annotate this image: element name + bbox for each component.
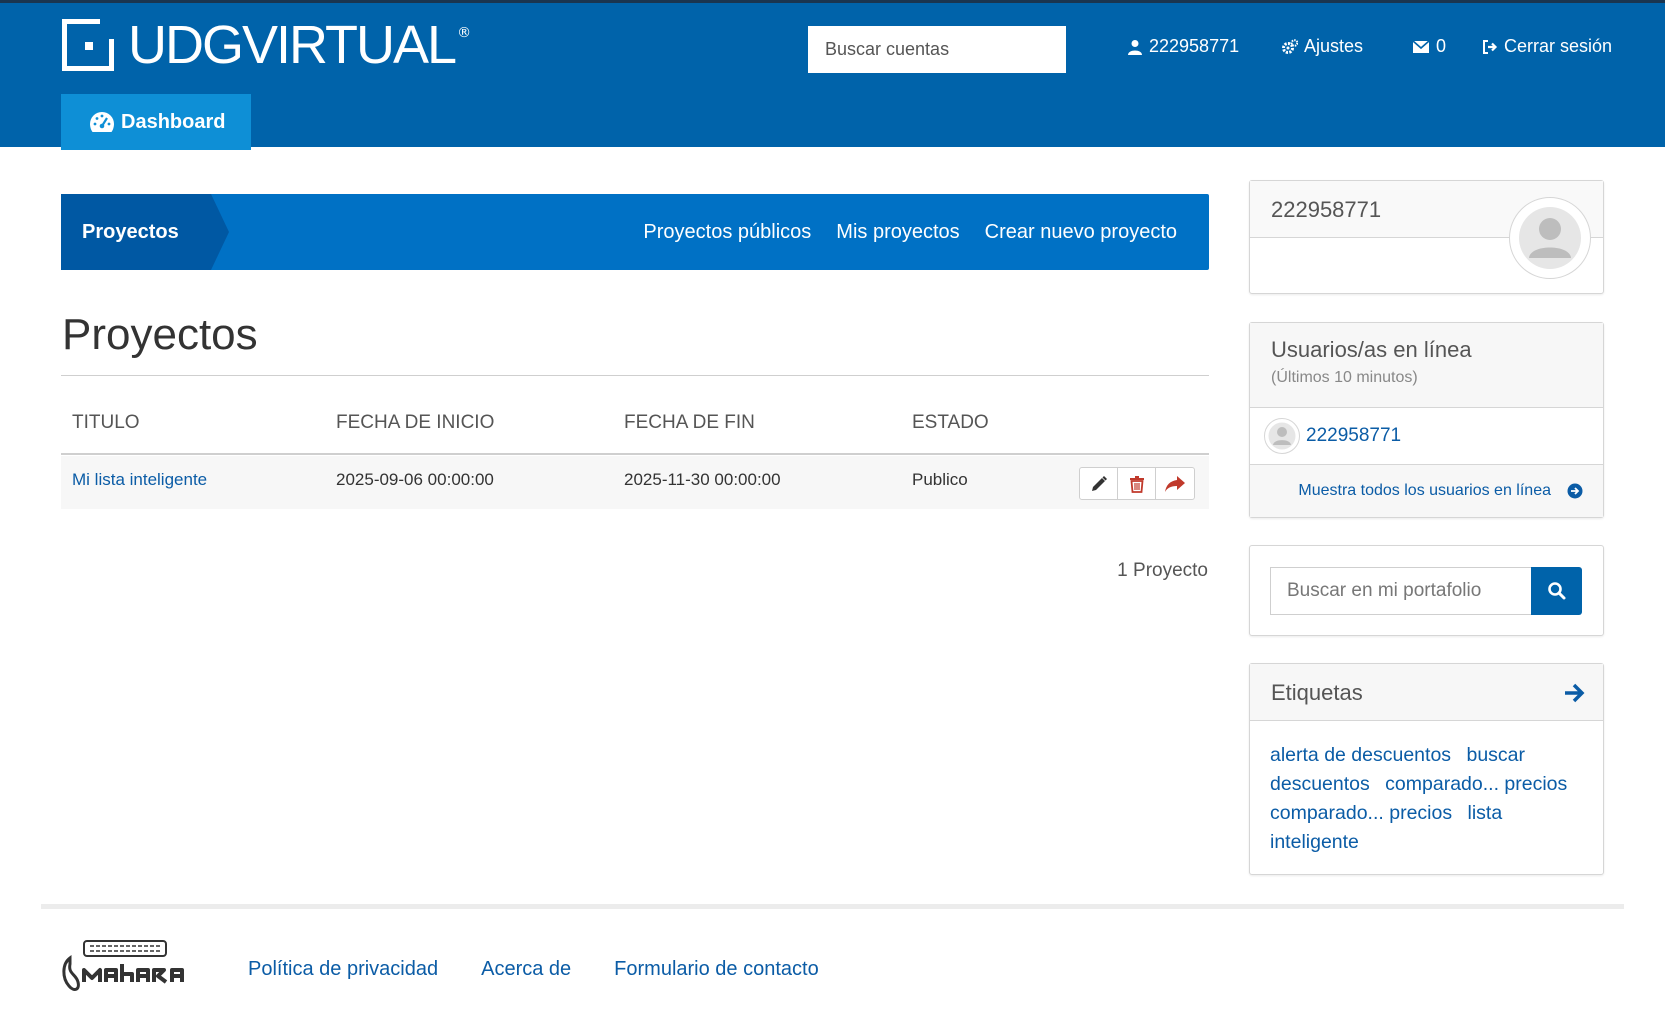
column-title: TITULO <box>72 412 140 433</box>
tag-cloud: alerta de descuentos buscar descuentos c… <box>1250 721 1603 857</box>
online-user-avatar <box>1264 418 1300 454</box>
share-arrow-icon <box>1165 475 1185 492</box>
dashboard-label: Dashboard <box>121 110 226 133</box>
profile-card: 222958771 <box>1249 180 1604 294</box>
profile-avatar[interactable] <box>1509 197 1591 279</box>
online-user-name[interactable]: 222958771 <box>1306 425 1401 447</box>
dashboard-tab[interactable]: Dashboard <box>61 94 251 150</box>
share-button[interactable] <box>1156 468 1194 499</box>
delete-button[interactable] <box>1118 468 1156 499</box>
arrow-right-icon[interactable] <box>1563 682 1585 704</box>
sign-out-icon <box>1483 39 1498 54</box>
tag-link[interactable]: comparado... precios <box>1385 773 1567 795</box>
user-menu-link[interactable]: 222958771 <box>1127 36 1239 57</box>
user-id-label: 222958771 <box>1149 36 1240 56</box>
tag-link[interactable]: alerta de descuentos <box>1270 744 1451 766</box>
logo-text: UDGVIRTUAL <box>128 15 457 75</box>
show-all-online-link[interactable]: Muestra todos los usuarios en línea <box>1250 465 1603 517</box>
site-header: UDGVIRTUAL ® 222958771 Ajustes 0 Cerrar … <box>0 0 1665 150</box>
settings-link[interactable]: Ajustes <box>1282 36 1363 57</box>
envelope-icon <box>1412 39 1430 53</box>
project-start-date: 2025-09-06 00:00:00 <box>336 470 494 489</box>
tags-title: Etiquetas <box>1271 680 1363 705</box>
gears-icon <box>1282 38 1298 54</box>
project-status: Publico <box>912 470 968 489</box>
portfolio-search-card <box>1249 545 1604 636</box>
dashboard-gauge-icon <box>90 112 114 132</box>
about-link[interactable]: Acerca de <box>481 958 571 981</box>
my-projects-link[interactable]: Mis proyectos <box>836 221 959 244</box>
pencil-icon <box>1091 475 1107 491</box>
project-title-link[interactable]: Mi lista inteligente <box>72 470 207 490</box>
user-placeholder-icon <box>1519 207 1581 269</box>
column-status: ESTADO <box>912 412 989 433</box>
messages-link[interactable]: 0 <box>1412 36 1446 57</box>
settings-label: Ajustes <box>1304 36 1364 56</box>
projects-nav-links: Proyectos públicos Mis proyectos Crear n… <box>643 194 1177 270</box>
powered-by-mahara-logo[interactable] <box>60 940 202 995</box>
column-end-date: FECHA DE FIN <box>624 412 755 433</box>
online-users-subtitle: (Últimos 10 minutos) <box>1271 369 1418 386</box>
page-title: Proyectos <box>62 310 258 359</box>
project-end-date: 2025-11-30 00:00:00 <box>624 470 781 489</box>
column-start-date: FECHA DE INICIO <box>336 412 495 433</box>
row-actions <box>1079 467 1195 500</box>
online-users-title: Usuarios/as en línea <box>1271 337 1472 362</box>
projects-table-header: TITULO FECHA DE INICIO FECHA DE FIN ESTA… <box>61 412 1209 455</box>
user-placeholder-icon <box>1268 422 1296 450</box>
udgvirtual-logo[interactable]: UDGVIRTUAL ® <box>62 15 472 75</box>
search-icon <box>1547 582 1565 600</box>
privacy-policy-link[interactable]: Política de privacidad <box>248 958 438 981</box>
contact-form-link[interactable]: Formulario de contacto <box>614 958 819 981</box>
projects-nav-bar: Proyectos Proyectos públicos Mis proyect… <box>61 194 1209 270</box>
search-accounts-input[interactable] <box>808 26 1066 73</box>
footer-links: Política de privacidad Acerca de Formula… <box>248 958 819 981</box>
footer-divider <box>41 904 1624 909</box>
table-row: Mi lista inteligente 2025-09-06 00:00:00… <box>61 456 1209 509</box>
portfolio-search-button[interactable] <box>1531 567 1582 615</box>
projects-nav-arrow <box>211 194 229 270</box>
create-project-link[interactable]: Crear nuevo proyecto <box>985 221 1177 244</box>
logo-mark <box>62 19 114 71</box>
user-icon <box>1128 39 1142 55</box>
project-count: 1 Proyecto <box>1117 560 1208 581</box>
title-divider <box>61 375 1209 376</box>
online-users-card: Usuarios/as en línea (Últimos 10 minutos… <box>1249 322 1604 518</box>
logout-label: Cerrar sesión <box>1504 36 1613 56</box>
edit-button[interactable] <box>1080 468 1118 499</box>
online-users-header: Usuarios/as en línea (Últimos 10 minutos… <box>1250 323 1603 408</box>
messages-count: 0 <box>1436 36 1447 56</box>
portfolio-search-input[interactable] <box>1270 567 1532 615</box>
tags-header: Etiquetas <box>1250 664 1603 721</box>
tags-card: Etiquetas alerta de descuentos buscar de… <box>1249 663 1604 875</box>
registered-mark: ® <box>457 25 472 41</box>
trash-icon <box>1129 475 1144 493</box>
projects-nav-title[interactable]: Proyectos <box>61 194 211 270</box>
public-projects-link[interactable]: Proyectos públicos <box>643 221 811 244</box>
online-user-item[interactable]: 222958771 <box>1250 408 1603 465</box>
arrow-circle-right-icon <box>1567 483 1583 499</box>
show-all-online-label: Muestra todos los usuarios en línea <box>1298 482 1551 499</box>
logout-link[interactable]: Cerrar sesión <box>1482 36 1612 57</box>
tag-link[interactable]: comparado... precios <box>1270 802 1452 824</box>
